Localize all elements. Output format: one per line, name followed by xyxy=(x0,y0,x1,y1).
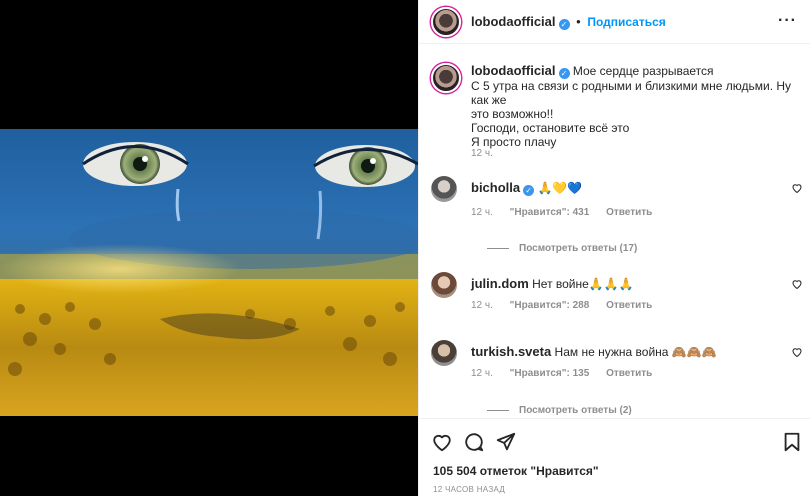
comment-likes[interactable]: "Нравится": 431 xyxy=(510,207,590,218)
comment-meta: 12 ч. "Нравится": 135 Ответить xyxy=(471,368,666,379)
comment-meta: 12 ч. "Нравится": 288 Ответить xyxy=(471,300,666,311)
follow-button[interactable]: Подписаться xyxy=(587,15,665,29)
separator-dot: • xyxy=(576,14,581,29)
reply-button[interactable]: Ответить xyxy=(606,207,652,218)
caption-line: Я просто плачу xyxy=(471,135,557,149)
caption-avatar[interactable] xyxy=(431,63,461,93)
view-replies-button[interactable]: Посмотреть ответы (2) xyxy=(487,405,632,416)
verified-badge-icon: ✓ xyxy=(558,19,570,30)
author-avatar[interactable] xyxy=(431,7,461,37)
commenter-username[interactable]: turkish.sveta xyxy=(471,344,551,359)
comment-like-heart-icon[interactable] xyxy=(791,182,803,194)
heart-icon[interactable] xyxy=(431,431,453,453)
comment-text: Нам не нужна война 🙈🙈🙈 xyxy=(554,345,717,359)
author-username[interactable]: lobodaofficial xyxy=(471,14,556,29)
comment-item: julin.dom Нет войне🙏🙏🙏 12 ч. "Нравится":… xyxy=(431,272,803,316)
caption-line: Мое сердце разрывается xyxy=(572,64,714,78)
post-header: lobodaofficial ✓ • Подписаться ··· xyxy=(419,0,810,44)
caption-time: 12 ч. xyxy=(471,148,493,159)
commenter-username[interactable]: julin.dom xyxy=(471,276,529,291)
reply-button[interactable]: Ответить xyxy=(606,368,652,379)
commenter-avatar[interactable] xyxy=(431,176,457,202)
comment-likes[interactable]: "Нравится": 135 xyxy=(510,368,590,379)
post-time-ago: 12 ЧАСОВ НАЗАД xyxy=(433,485,506,494)
comment-text-line: bicholla ✓ 🙏💛💙 xyxy=(471,180,582,196)
ukraine-flag-face-image xyxy=(0,129,418,416)
comment-meta: 12 ч. "Нравится": 431 Ответить xyxy=(471,207,666,218)
commenter-avatar[interactable] xyxy=(431,340,457,366)
comment-text: Нет войне🙏🙏🙏 xyxy=(532,277,634,291)
post-photo[interactable] xyxy=(0,129,418,416)
comment-like-heart-icon[interactable] xyxy=(791,278,803,290)
commenter-username[interactable]: bicholla xyxy=(471,180,520,195)
comment-item: turkish.sveta Нам не нужна война 🙈🙈🙈 12 … xyxy=(431,340,803,420)
likes-count[interactable]: 105 504 отметок "Нравится" xyxy=(433,464,599,478)
comment-time: 12 ч. xyxy=(471,368,493,379)
caption-line: С 5 утра на связи с родными и близкими м… xyxy=(471,79,792,107)
caption-line: это возможно!! xyxy=(471,107,554,121)
reply-button[interactable]: Ответить xyxy=(606,300,652,311)
media-pane xyxy=(0,0,418,496)
comment-time: 12 ч. xyxy=(471,300,493,311)
comment-text: 🙏💛💙 xyxy=(537,181,583,195)
comment-item: bicholla ✓ 🙏💛💙 12 ч. "Нравится": 431 Отве… xyxy=(431,176,803,256)
post-actions: 105 504 отметок "Нравится" 12 ЧАСОВ НАЗА… xyxy=(419,418,810,496)
comment-likes[interactable]: "Нравится": 288 xyxy=(510,300,590,311)
more-options-icon[interactable]: ··· xyxy=(778,12,797,30)
caption-line: Господи, остановите всё это xyxy=(471,121,630,135)
comment-like-heart-icon[interactable] xyxy=(791,346,803,358)
header-user-line: lobodaofficial ✓ • Подписаться xyxy=(471,14,666,30)
view-replies-button[interactable]: Посмотреть ответы (17) xyxy=(487,243,637,254)
share-icon[interactable] xyxy=(495,431,517,453)
post-side-panel: lobodaofficial ✓ • Подписаться ··· loboda… xyxy=(418,0,810,496)
caption-body: lobodaofficial ✓ Мое сердце разрывается С… xyxy=(471,63,810,150)
comment-time: 12 ч. xyxy=(471,207,493,218)
verified-badge-icon: ✓ xyxy=(523,185,535,196)
bookmark-icon[interactable] xyxy=(781,431,803,453)
comment-icon[interactable] xyxy=(463,431,485,453)
comment-text-line: julin.dom Нет войне🙏🙏🙏 xyxy=(471,276,634,291)
caption-username[interactable]: lobodaofficial xyxy=(471,63,556,78)
comment-text-line: turkish.sveta Нам не нужна война 🙈🙈🙈 xyxy=(471,344,717,359)
commenter-avatar[interactable] xyxy=(431,272,457,298)
verified-badge-icon: ✓ xyxy=(558,68,570,79)
